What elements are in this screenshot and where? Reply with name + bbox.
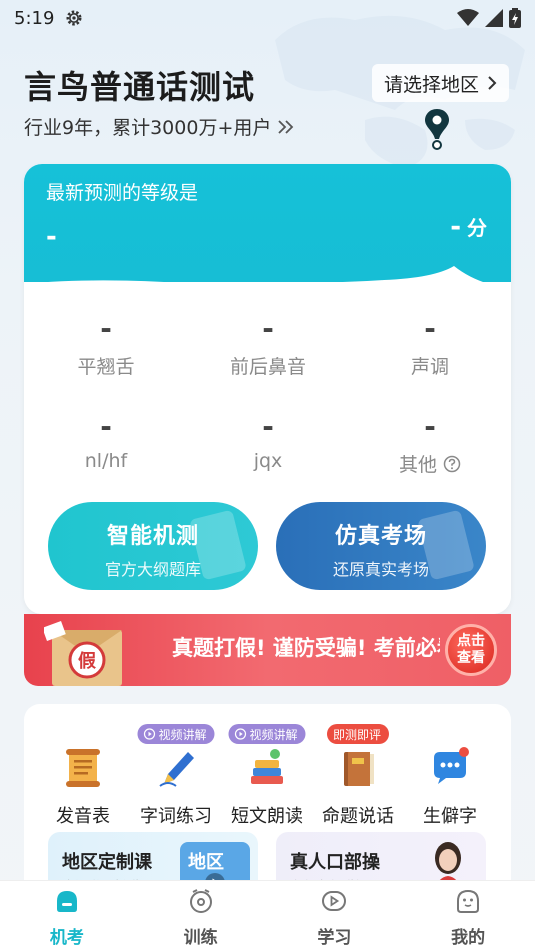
metric-other[interactable]: - 其他 <box>360 410 500 477</box>
ai-test-subtitle: 官方大纲题库 <box>104 560 201 579</box>
select-region-label: 请选择地区 <box>383 73 479 96</box>
metric-value: - <box>100 410 112 443</box>
tool-label: 字词练习 <box>140 806 212 827</box>
nav-tab-profile[interactable]: 我的 <box>401 881 535 951</box>
app-subtitle-text: 行业9年，累计3000万+用户 <box>24 117 272 139</box>
nav-label: 学习 <box>317 928 352 948</box>
tool-topic-speaking[interactable]: 即测即评 命题说话 <box>313 724 403 828</box>
promo-title: 真人口部操 <box>290 852 380 873</box>
metric-label: nl/hf <box>84 450 128 472</box>
tool-label: 命题说话 <box>322 806 394 827</box>
select-region-button[interactable]: 请选择地区 <box>371 64 509 102</box>
nav-tab-training[interactable]: 训练 <box>134 881 268 951</box>
app-title: 言鸟普通话测试 <box>24 68 256 106</box>
tool-label: 短文朗读 <box>231 806 303 827</box>
predicted-score: - 分 <box>450 212 487 242</box>
scroll-icon <box>66 749 100 787</box>
metric-nl-hf: - nl/hf <box>36 410 176 472</box>
metric-label: 前后鼻音 <box>229 356 306 378</box>
nav-tab-exam[interactable]: 机考 <box>0 881 134 951</box>
metric-retroflex: - 平翘舌 <box>36 312 176 379</box>
predicted-score-unit: 分 <box>467 216 487 240</box>
metric-value: - <box>262 312 274 345</box>
metric-value: - <box>424 312 436 345</box>
double-chevron-right-icon <box>278 119 294 134</box>
prediction-label: 最新预测的等级是 <box>46 182 199 204</box>
nav-tab-learn[interactable]: 学习 <box>268 881 402 951</box>
tools-card: 发音表 视频讲解 字词练习 视频讲解 短文朗读 即测即评 命题说话 生僻字 地区… <box>24 704 511 904</box>
mock-exam-subtitle: 还原真实考场 <box>332 560 429 579</box>
nav-label: 我的 <box>451 928 486 948</box>
metric-value: - <box>262 410 274 443</box>
battery-icon <box>509 8 521 28</box>
nav-label: 训练 <box>183 928 218 948</box>
wifi-icon <box>457 9 479 26</box>
metric-tone: - 声调 <box>360 312 500 379</box>
banner-view-label: 点击查看 <box>457 633 485 666</box>
chat-bubble-icon <box>434 747 469 784</box>
exam-icon <box>56 891 77 912</box>
metric-nasal: - 前后鼻音 <box>198 312 338 379</box>
svg-text:假: 假 <box>78 650 97 672</box>
tool-label: 发音表 <box>56 806 110 827</box>
banner-view-button[interactable]: 点击查看 <box>445 624 497 676</box>
banner-text: 真题打假! 谨防受骗! 考前必看 <box>172 636 440 660</box>
tool-rare-characters[interactable]: 生僻字 <box>405 724 495 828</box>
app-subtitle[interactable]: 行业9年，累计3000万+用户 <box>24 113 295 140</box>
predicted-level: - <box>46 222 57 252</box>
anti-fraud-banner[interactable]: 假 真题打假! 谨防受骗! 考前必看 点击查看 <box>24 614 511 686</box>
nav-label: 机考 <box>49 928 84 948</box>
training-clock-icon <box>189 889 212 913</box>
metric-value: - <box>424 410 436 443</box>
books-icon <box>251 749 283 784</box>
tool-passage-reading[interactable]: 视频讲解 短文朗读 <box>222 724 312 828</box>
metric-label: 平翘舌 <box>77 356 135 378</box>
play-circle-icon <box>143 728 156 740</box>
pen-icon <box>159 752 194 787</box>
mock-exam-button[interactable]: 仿真考场 还原真实考场 <box>276 502 486 590</box>
video-lecture-badge: 视频讲解 <box>228 724 306 744</box>
metric-label: 声调 <box>410 356 449 378</box>
metric-value: - <box>100 312 112 345</box>
metric-jqx: - jqx <box>198 410 338 472</box>
location-pin-icon <box>425 109 449 150</box>
tool-label: 生僻字 <box>423 806 477 827</box>
prediction-card: 最新预测的等级是 - - 分 - 平翘舌 - 前后鼻音 - 声调 - nl/hf… <box>24 164 511 614</box>
play-circle-icon <box>234 728 247 740</box>
learn-play-icon <box>322 891 347 911</box>
tool-word-practice[interactable]: 视频讲解 字词练习 <box>131 724 221 828</box>
predicted-score-value: - <box>450 212 461 242</box>
book-icon <box>344 752 374 786</box>
metric-label: jqx <box>253 450 283 472</box>
settings-gear-icon <box>66 10 82 26</box>
ai-test-button[interactable]: 智能机测 官方大纲题库 <box>48 502 258 590</box>
promo-title: 地区定制课 <box>62 852 152 873</box>
help-icon[interactable] <box>443 455 461 473</box>
profile-face-icon <box>457 889 480 913</box>
signal-icon <box>485 9 503 27</box>
chevron-right-icon <box>488 76 497 90</box>
tool-pronunciation-table[interactable]: 发音表 <box>38 724 128 828</box>
status-time: 5:19 <box>14 7 55 29</box>
video-lecture-badge: 视频讲解 <box>137 724 215 744</box>
instant-evaluation-badge: 即测即评 <box>326 724 390 744</box>
status-bar: 5:19 <box>0 0 535 36</box>
fake-envelope-icon: 假 <box>44 621 122 686</box>
bottom-navigation: 机考 训练 学习 我的 <box>0 880 535 951</box>
metric-label: 其他 <box>360 450 500 477</box>
